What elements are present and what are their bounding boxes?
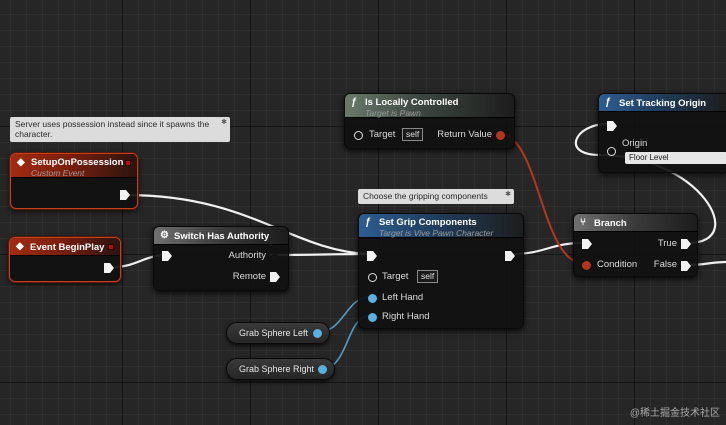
authority-exec-pin[interactable]: [270, 251, 280, 261]
watermark-text: @稀土掘金技术社区: [629, 408, 720, 419]
target-label: Target: [382, 271, 409, 282]
var-label: Grab Sphere Left: [239, 328, 309, 338]
comment-possession-text: Server uses possession instead since it …: [15, 119, 210, 139]
authority-row: Authority: [229, 249, 267, 263]
delegate-pin[interactable]: [125, 160, 131, 166]
return-value-row: Return Value: [437, 128, 492, 142]
var-grab-sphere-left[interactable]: Grab Sphere Left: [226, 322, 330, 344]
self-default-box[interactable]: self: [417, 270, 439, 283]
node-subtitle: Custom Event: [31, 168, 85, 178]
pin-icon: ✱: [221, 119, 227, 126]
node-subtitle: Target is Vive Pawn Character: [379, 228, 494, 238]
node-title: Event BeginPlay: [30, 242, 105, 253]
output-pin[interactable]: [313, 329, 322, 338]
node-header[interactable]: ◆ Event BeginPlay: [10, 238, 120, 256]
left-hand-pin[interactable]: [368, 294, 377, 303]
origin-dropdown-value: Floor Level: [629, 153, 669, 162]
node-switch-has-authority[interactable]: ⚙ Switch Has Authority Authority Remote: [153, 226, 289, 291]
branch-icon: ⑂: [580, 217, 586, 228]
node-header[interactable]: ƒ Is Locally Controlled Target is Pawn: [345, 94, 514, 118]
right-hand-row: Right Hand: [382, 310, 430, 324]
right-hand-label: Right Hand: [382, 311, 430, 322]
origin-pin[interactable]: [607, 147, 616, 156]
return-value-pin[interactable]: [496, 131, 505, 140]
target-pin[interactable]: [368, 273, 377, 282]
true-exec-pin[interactable]: [681, 239, 691, 249]
diamond-icon: ◆: [17, 157, 25, 168]
condition-pin[interactable]: [582, 261, 591, 270]
function-icon: ƒ: [351, 97, 357, 108]
function-icon: ƒ: [605, 97, 611, 108]
condition-row: Condition: [597, 258, 637, 272]
origin-label: Origin: [622, 138, 648, 149]
exec-out-pin[interactable]: [120, 190, 130, 200]
origin-dropdown[interactable]: Floor Level: [625, 152, 726, 164]
false-exec-pin[interactable]: [681, 261, 691, 271]
exec-out-pin[interactable]: [505, 251, 515, 261]
output-pin[interactable]: [318, 365, 327, 374]
exec-in-pin[interactable]: [582, 239, 592, 249]
node-branch[interactable]: ⑂ Branch True Condition False: [573, 213, 698, 277]
false-row: False: [654, 258, 677, 272]
node-header[interactable]: ƒ Set Tracking Origin: [599, 94, 726, 112]
node-event-begin-play[interactable]: ◆ Event BeginPlay: [9, 237, 121, 282]
authority-label: Authority: [228, 250, 267, 261]
delegate-pin[interactable]: [108, 244, 114, 250]
diamond-icon: ◆: [16, 241, 24, 252]
origin-row: Origin: [622, 137, 647, 151]
exec-in-pin[interactable]: [162, 251, 172, 261]
false-label: False: [653, 259, 677, 270]
true-row: True: [658, 237, 677, 251]
right-hand-pin[interactable]: [368, 313, 377, 322]
node-title: Branch: [594, 218, 627, 229]
function-icon: ƒ: [365, 217, 371, 228]
comment-gripping[interactable]: Choose the gripping components ✱: [358, 189, 514, 204]
target-pin[interactable]: [354, 131, 363, 140]
node-title: Is Locally Controlled: [365, 97, 459, 108]
true-label: True: [657, 238, 677, 249]
target-label: Target: [369, 129, 396, 140]
node-is-locally-controlled[interactable]: ƒ Is Locally Controlled Target is Pawn T…: [344, 93, 515, 149]
exec-in-pin[interactable]: [607, 121, 617, 131]
node-header[interactable]: ƒ Set Grip Components Target is Vive Paw…: [359, 214, 523, 238]
var-grab-sphere-right[interactable]: Grab Sphere Right: [226, 358, 335, 380]
target-row: Target self: [369, 128, 424, 142]
node-header[interactable]: ◆ SetupOnPossession Custom Event: [11, 154, 137, 178]
exec-out-pin[interactable]: [104, 263, 114, 273]
node-set-grip-components[interactable]: ƒ Set Grip Components Target is Vive Paw…: [358, 213, 524, 329]
node-header[interactable]: ⚙ Switch Has Authority: [154, 227, 288, 245]
node-title: SetupOnPossession: [31, 157, 124, 168]
remote-exec-pin[interactable]: [270, 272, 280, 282]
node-title: Switch Has Authority: [174, 231, 270, 242]
exec-in-pin[interactable]: [367, 251, 377, 261]
node-set-tracking-origin[interactable]: ƒ Set Tracking Origin Origin Floor Level: [598, 93, 726, 173]
comment-possession[interactable]: Server uses possession instead since it …: [10, 117, 230, 142]
remote-label: Remote: [232, 271, 266, 282]
var-label: Grab Sphere Right: [239, 364, 315, 374]
remote-row: Remote: [233, 270, 266, 284]
node-title: Set Grip Components: [379, 217, 477, 228]
return-value-label: Return Value: [437, 129, 492, 140]
node-title: Set Tracking Origin: [619, 98, 707, 109]
condition-label: Condition: [597, 259, 638, 270]
pin-icon: ✱: [505, 191, 511, 198]
comment-gripping-text: Choose the gripping components: [363, 191, 488, 201]
node-setup-on-possession[interactable]: ◆ SetupOnPossession Custom Event: [10, 153, 138, 209]
target-row: Target self: [382, 270, 439, 284]
switch-icon: ⚙: [160, 230, 169, 241]
node-header[interactable]: ⑂ Branch: [574, 214, 697, 232]
node-subtitle: Target is Pawn: [365, 108, 421, 118]
left-hand-row: Left Hand: [382, 291, 423, 305]
self-default-box[interactable]: self: [402, 128, 424, 141]
left-hand-label: Left Hand: [382, 292, 424, 303]
